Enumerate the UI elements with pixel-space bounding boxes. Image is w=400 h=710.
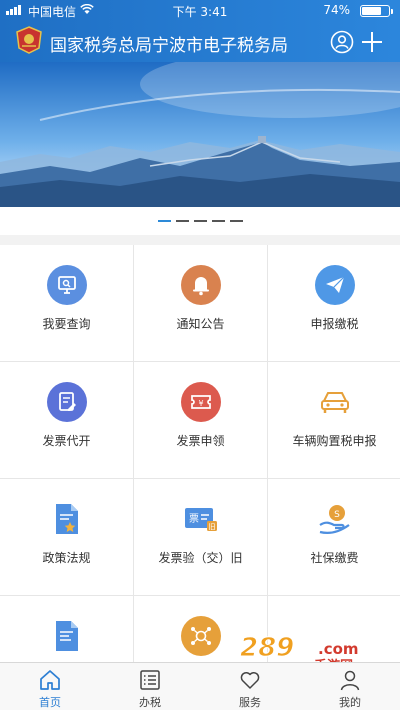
carousel-dot[interactable] [211,220,225,222]
service-grid: 我要查询 通知公告 申报缴税 发票代开 ¥ 发票申领 车辆购置税申报 政策法规 … [0,245,400,665]
service-label: 政策法规 [42,551,91,565]
status-bar: 中国电信 下午 3:41 74% [0,0,400,20]
ticket-yuan-icon: ¥ [181,382,221,422]
watermark-number: 289 [240,633,294,663]
service-item[interactable] [0,596,133,665]
tax-emblem-icon [16,26,42,54]
bell-icon [181,265,221,305]
service-declare-tax[interactable]: 申报缴税 [268,245,400,361]
service-invoice-issue[interactable]: 发票代开 [0,362,133,478]
carousel-dot[interactable] [157,220,171,222]
service-policy[interactable]: 政策法规 [0,479,133,595]
document-list-icon [47,616,87,656]
service-label: 发票代开 [42,434,91,448]
person-icon [340,670,360,691]
tab-label: 办税 [139,696,161,709]
watermark-domain: .com [318,640,359,658]
svg-text:票: 票 [189,513,199,525]
service-vehicle-tax[interactable]: 车辆购置税申报 [268,362,400,478]
policy-document-icon [47,499,87,539]
carousel-dot[interactable] [229,220,243,222]
service-invoice-apply[interactable]: ¥ 发票申领 [134,362,267,478]
banner-carousel[interactable] [0,62,400,207]
service-label: 通知公告 [176,317,225,331]
great-wall-banner-image [0,62,400,207]
service-label: 社保缴费 [310,551,359,565]
query-monitor-icon [47,265,87,305]
tab-mine[interactable]: 我的 [300,663,400,710]
paper-plane-icon [315,265,355,305]
tab-home[interactable]: 首页 [0,663,100,710]
network-tax-icon [181,616,221,656]
bottom-tab-bar: 首页 办税 服务 我的 [0,662,400,710]
svg-text:S: S [334,510,340,520]
carousel-dot[interactable] [193,220,207,222]
carousel-dot[interactable] [175,220,189,222]
tab-label: 服务 [239,696,261,709]
app-header: 中国电信 下午 3:41 74% 国家税务总局宁波市电子税务局 [0,0,400,62]
service-social-security[interactable]: S 社保缴费 [268,479,400,595]
social-security-hand-icon: S [315,499,355,539]
carousel-indicator[interactable] [0,207,400,235]
invoice-edit-icon [47,382,87,422]
list-icon [140,670,160,690]
service-label: 发票申领 [176,434,225,448]
service-notice[interactable]: 通知公告 [134,245,267,361]
tab-tax[interactable]: 办税 [100,663,200,710]
tab-service[interactable]: 服务 [200,663,300,710]
home-icon [40,670,60,690]
plus-icon[interactable] [360,30,384,54]
service-label: 我要查询 [42,317,91,331]
heart-icon [240,672,260,689]
user-icon[interactable] [330,30,354,54]
invoice-ticket-icon: 票旧 [181,499,221,539]
service-label: 发票验（交）旧 [158,551,243,565]
battery-icon [360,5,393,17]
car-icon [315,382,355,422]
battery-percent: 74% [323,3,350,17]
tab-label: 首页 [39,696,61,709]
svg-text:旧: 旧 [209,523,216,531]
tab-label: 我的 [339,696,361,709]
service-invoice-verify[interactable]: 票旧 发票验（交）旧 [134,479,267,595]
service-label: 车辆购置税申报 [292,434,377,448]
service-query[interactable]: 我要查询 [0,245,133,361]
page-title: 国家税务总局宁波市电子税务局 [50,36,288,56]
service-label: 申报缴税 [310,317,359,331]
svg-text:¥: ¥ [198,399,203,408]
